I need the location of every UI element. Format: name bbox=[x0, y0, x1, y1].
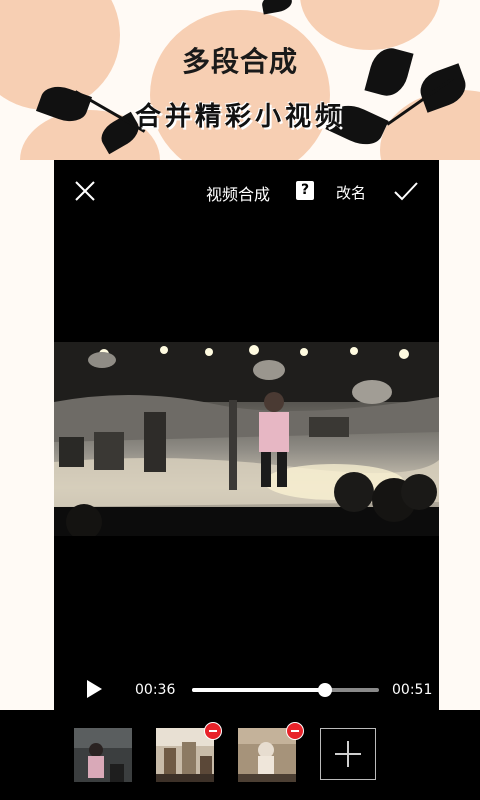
total-time: 00:51 bbox=[392, 682, 433, 698]
play-button[interactable] bbox=[84, 679, 104, 699]
page-title: 视频合成 bbox=[206, 185, 271, 204]
current-time: 00:36 bbox=[135, 682, 176, 698]
progress-fill bbox=[192, 688, 325, 692]
plus-icon bbox=[335, 741, 361, 767]
banner-subtitle: 合并精彩小视频 bbox=[134, 102, 345, 132]
peach-decoration bbox=[150, 10, 330, 160]
promo-banner: 多段合成 合并精彩小视频 bbox=[0, 0, 480, 160]
clip-strip bbox=[0, 710, 480, 800]
leaf-decoration bbox=[260, 0, 294, 15]
video-merge-screen: 视频合成 ? 改名 00:36 00:51 bbox=[54, 160, 439, 800]
close-button[interactable] bbox=[72, 178, 98, 204]
top-bar: 视频合成 ? 改名 bbox=[54, 160, 439, 222]
progress-slider[interactable] bbox=[192, 683, 379, 697]
help-button[interactable]: ? bbox=[296, 181, 314, 200]
close-icon bbox=[75, 181, 95, 201]
banner-title: 多段合成 bbox=[181, 45, 298, 78]
video-preview[interactable] bbox=[54, 342, 439, 536]
remove-clip-button[interactable] bbox=[204, 722, 222, 740]
rename-button[interactable]: 改名 bbox=[336, 182, 366, 203]
add-clip-button[interactable] bbox=[320, 728, 376, 780]
checkmark-icon bbox=[394, 182, 418, 201]
confirm-button[interactable] bbox=[392, 178, 420, 204]
clip-thumbnail[interactable] bbox=[74, 728, 132, 782]
remove-clip-button[interactable] bbox=[286, 722, 304, 740]
concert-scene-image bbox=[54, 342, 439, 536]
play-icon bbox=[87, 680, 102, 698]
slider-thumb[interactable] bbox=[317, 683, 332, 697]
playback-controls: 00:36 00:51 bbox=[54, 670, 439, 710]
clip-thumbnail-image bbox=[74, 728, 132, 782]
